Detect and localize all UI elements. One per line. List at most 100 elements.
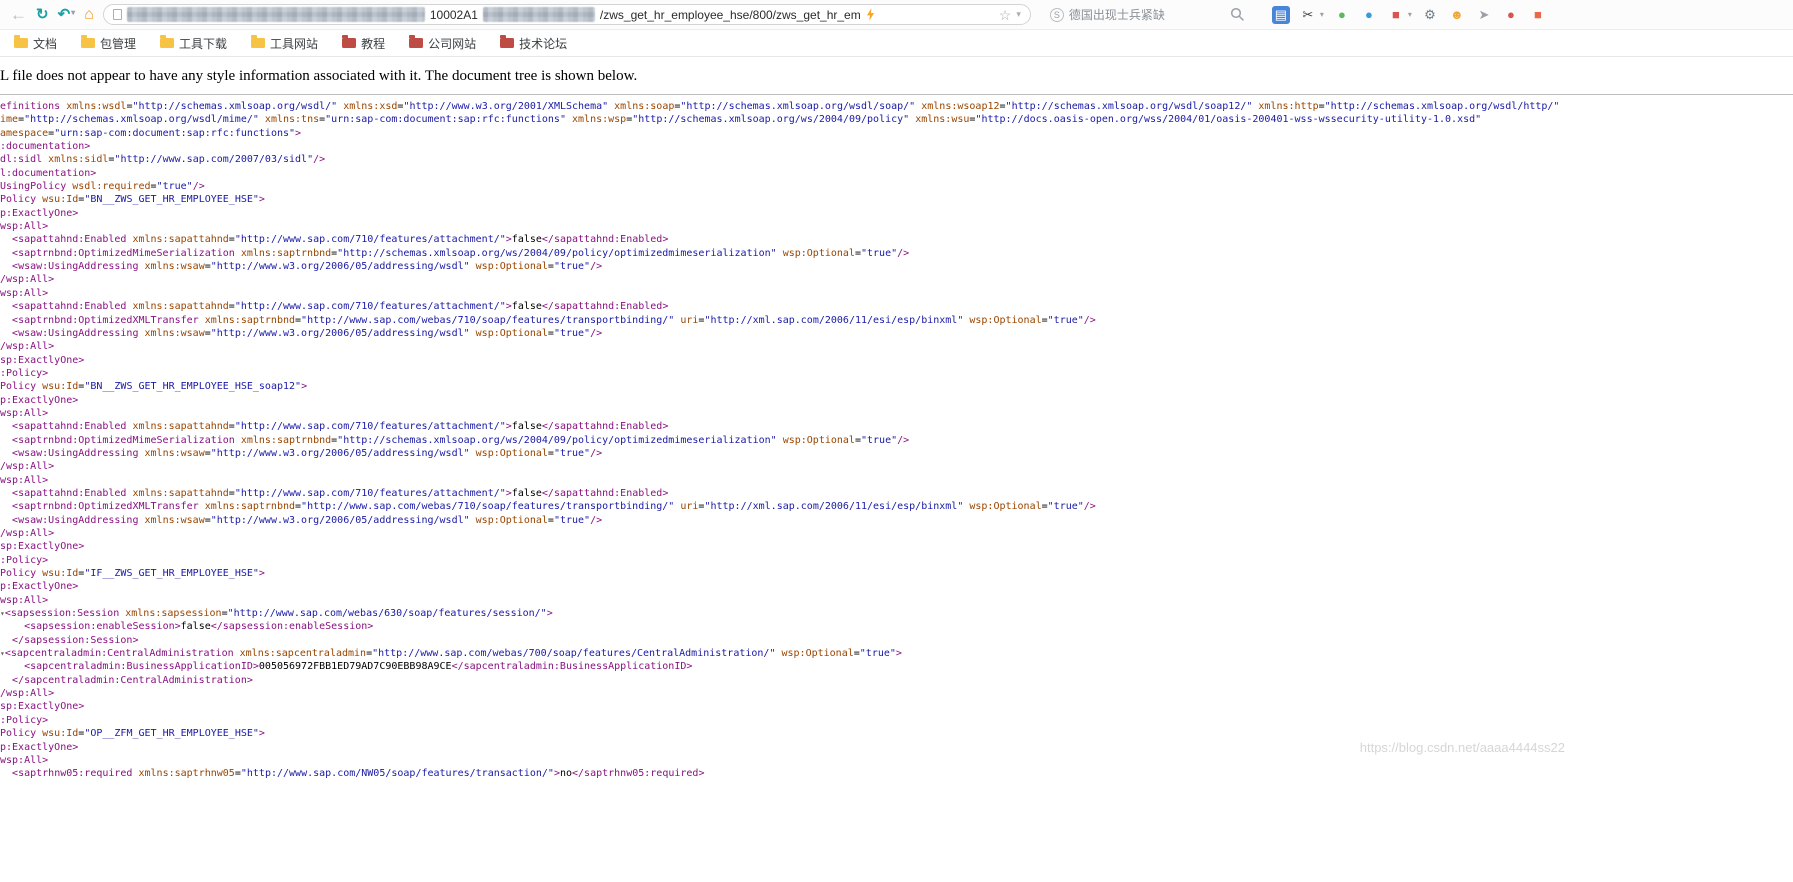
bookmark-label: 公司网站 <box>428 35 476 52</box>
extension-icons: ▤✂▾●●■▾⚙☻➤●■ <box>1272 6 1547 24</box>
xml-line: /wsp:All> <box>0 527 1793 540</box>
xml-line: sp:ExactlyOne> <box>0 700 1793 713</box>
extension-red-circle-icon[interactable]: ● <box>1502 6 1520 24</box>
xml-line: /wsp:All> <box>0 460 1793 473</box>
page-icon <box>113 9 122 20</box>
censored-url-segment <box>127 7 425 22</box>
xml-line: sp:ExactlyOne> <box>0 354 1793 367</box>
browser-toolbar: ← ↻ ↶ ▾ ⌂ 10002A1 /zws_get_hr_employee_h… <box>0 0 1793 30</box>
back-button[interactable]: ← <box>10 6 27 23</box>
bookmark-item[interactable]: 公司网站 <box>409 35 476 52</box>
bookmark-item[interactable]: 技术论坛 <box>500 35 567 52</box>
bookmark-item[interactable]: 工具下载 <box>160 35 227 52</box>
folder-icon <box>409 38 423 48</box>
xml-line: ime="http://schemas.xmlsoap.org/wsdl/mim… <box>0 113 1793 126</box>
xml-line: p:ExactlyOne> <box>0 580 1793 593</box>
xml-line: <sapattahnd:Enabled xmlns:sapattahnd="ht… <box>0 487 1793 500</box>
bookmark-label: 工具下载 <box>179 35 227 52</box>
chevron-down-icon[interactable]: ▾ <box>1016 9 1021 20</box>
bookmark-star-icon[interactable]: ☆ <box>999 8 1012 22</box>
xml-line: <wsaw:UsingAddressing xmlns:wsaw="http:/… <box>0 447 1793 460</box>
xml-line: wsp:All> <box>0 287 1793 300</box>
bookmark-label: 工具网站 <box>270 35 318 52</box>
bookmark-label: 文档 <box>33 35 57 52</box>
xml-line: <sapattahnd:Enabled xmlns:sapattahnd="ht… <box>0 300 1793 313</box>
user-icon[interactable]: ☻ <box>1448 6 1466 24</box>
xml-line: Policy wsu:Id="OP__ZFM_GET_HR_EMPLOYEE_H… <box>0 727 1793 740</box>
bookmark-item[interactable]: 包管理 <box>81 35 136 52</box>
folder-icon <box>342 38 356 48</box>
xml-line: </sapcentraladmin:CentralAdministration> <box>0 674 1793 687</box>
censored-url-segment <box>483 7 595 22</box>
extension-green-icon[interactable]: ● <box>1333 6 1351 24</box>
chevron-down-icon[interactable]: ▾ <box>1408 10 1412 19</box>
lightning-icon <box>866 8 875 21</box>
wrench-icon[interactable]: ⚙ <box>1421 6 1439 24</box>
url-text: /zws_get_hr_employee_hse/800/zws_get_hr_… <box>600 8 861 22</box>
xml-viewer: L file does not appear to have any style… <box>0 57 1793 781</box>
bookmark-item[interactable]: 工具网站 <box>251 35 318 52</box>
xml-line: <saptrnbnd:OptimizedMimeSerialization xm… <box>0 247 1793 260</box>
search-icon[interactable] <box>1230 7 1245 22</box>
chevron-down-icon[interactable]: ▾ <box>71 9 75 17</box>
scissors-icon[interactable]: ✂ <box>1299 6 1317 24</box>
xml-line: <wsaw:UsingAddressing xmlns:wsaw="http:/… <box>0 327 1793 340</box>
bookmark-item[interactable]: 文档 <box>14 35 57 52</box>
xml-line: efinitions xmlns:wsdl="http://schemas.xm… <box>0 100 1793 113</box>
xml-line: :documentation> <box>0 140 1793 153</box>
xml-line: :Policy> <box>0 554 1793 567</box>
bookmark-item[interactable]: 教程 <box>342 35 385 52</box>
undo-button[interactable]: ↶ ▾ <box>58 7 76 22</box>
xml-line: p:ExactlyOne> <box>0 394 1793 407</box>
xml-line: Policy wsu:Id="IF__ZWS_GET_HR_EMPLOYEE_H… <box>0 567 1793 580</box>
extension-red-icon[interactable]: ■ <box>1387 6 1405 24</box>
xml-line: l:documentation> <box>0 167 1793 180</box>
xml-line: Policy wsu:Id="BN__ZWS_GET_HR_EMPLOYEE_H… <box>0 380 1793 393</box>
xml-line: <wsaw:UsingAddressing xmlns:wsaw="http:/… <box>0 514 1793 527</box>
xml-line: :Policy> <box>0 367 1793 380</box>
xml-line: <sapsession:enableSession>false</sapsess… <box>0 620 1793 633</box>
url-fragment: 10002A1 <box>430 8 478 22</box>
hot-search-icon: S <box>1050 8 1064 22</box>
xml-line: wsp:All> <box>0 220 1793 233</box>
xml-line: /wsp:All> <box>0 340 1793 353</box>
folder-icon <box>500 38 514 48</box>
refresh-button[interactable]: ↻ <box>36 7 49 22</box>
address-bar[interactable]: 10002A1 /zws_get_hr_employee_hse/800/zws… <box>103 4 1031 25</box>
watermark: https://blog.csdn.net/aaaa4444ss22 <box>1360 740 1565 755</box>
xml-line: amespace="urn:sap-com:document:sap:rfc:f… <box>0 127 1793 140</box>
undo-icon: ↶ <box>58 7 71 22</box>
hot-search-suggestion[interactable]: S 德国出现士兵紧缺 <box>1050 6 1165 23</box>
bookmarks-bar: 文档 包管理 工具下载 工具网站 教程 公司网站 技术论坛 <box>0 30 1793 57</box>
hot-search-text: 德国出现士兵紧缺 <box>1069 6 1165 23</box>
xml-line: UsingPolicy wsdl:required="true"/> <box>0 180 1793 193</box>
pointer-icon[interactable]: ➤ <box>1475 6 1493 24</box>
xml-line: wsp:All> <box>0 594 1793 607</box>
xml-line: sp:ExactlyOne> <box>0 540 1793 553</box>
bookmark-label: 包管理 <box>100 35 136 52</box>
home-button[interactable]: ⌂ <box>84 7 94 23</box>
xml-line: p:ExactlyOne> <box>0 207 1793 220</box>
xml-tree: efinitions xmlns:wsdl="http://schemas.xm… <box>0 95 1793 781</box>
xml-line: wsp:All> <box>0 754 1793 767</box>
xml-line: <saptrnbnd:OptimizedXMLTransfer xmlns:sa… <box>0 500 1793 513</box>
xml-line: dl:sidl xmlns:sidl="http://www.sap.com/2… <box>0 153 1793 166</box>
xml-line: ▾<sapcentraladmin:CentralAdministration … <box>0 647 1793 660</box>
xml-line: <wsaw:UsingAddressing xmlns:wsaw="http:/… <box>0 260 1793 273</box>
xml-line: <sapcentraladmin:BusinessApplicationID>0… <box>0 660 1793 673</box>
xml-no-style-message: L file does not appear to have any style… <box>0 57 1793 95</box>
folder-icon <box>251 38 265 48</box>
extension-blue-grid-icon[interactable]: ▤ <box>1272 6 1290 24</box>
xml-line: /wsp:All> <box>0 687 1793 700</box>
xml-line: wsp:All> <box>0 407 1793 420</box>
xml-line: :Policy> <box>0 714 1793 727</box>
extension-blue-circle-icon[interactable]: ● <box>1360 6 1378 24</box>
xml-line: <saptrnbnd:OptimizedMimeSerialization xm… <box>0 434 1793 447</box>
folder-icon <box>81 38 95 48</box>
xml-line: <saptrhnw05:required xmlns:saptrhnw05="h… <box>0 767 1793 780</box>
chevron-down-icon[interactable]: ▾ <box>1320 10 1324 19</box>
folder-icon <box>14 38 28 48</box>
xml-line: Policy wsu:Id="BN__ZWS_GET_HR_EMPLOYEE_H… <box>0 193 1793 206</box>
xml-line: wsp:All> <box>0 474 1793 487</box>
extension-orange-icon[interactable]: ■ <box>1529 6 1547 24</box>
